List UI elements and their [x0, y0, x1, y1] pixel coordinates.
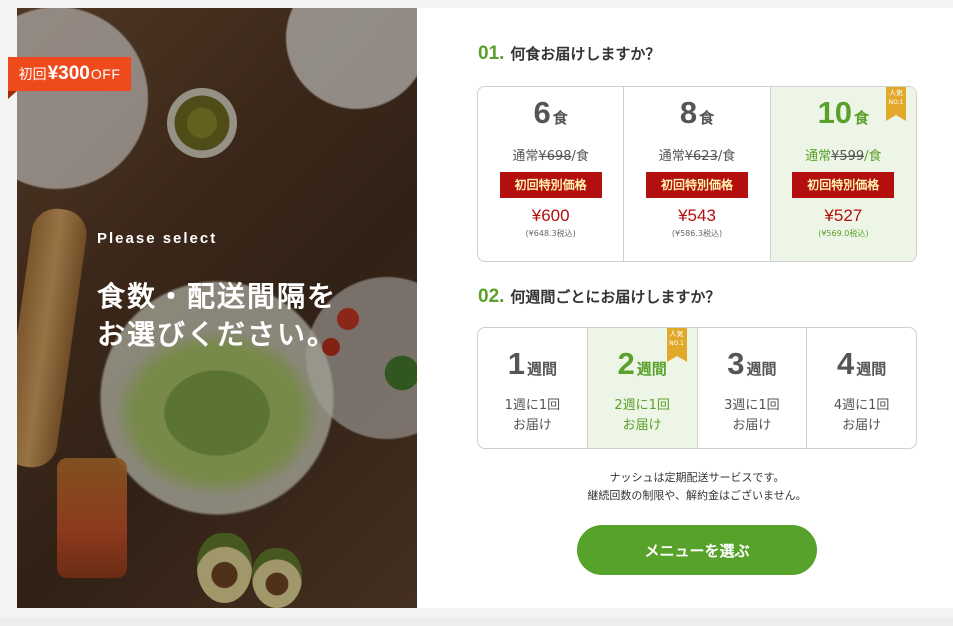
meal-count: 8食: [624, 95, 769, 135]
interval-unit: 週間: [636, 360, 667, 378]
special-price: ¥543: [678, 206, 716, 225]
meal-option-8[interactable]: 8食 通常¥623/食 初回特別価格 ¥543 (¥586.3税込): [624, 87, 771, 261]
interval-number: 2: [617, 346, 635, 381]
interval-unit: 週間: [526, 360, 557, 378]
interval-unit: 週間: [746, 360, 777, 378]
popular-rank: NO.1: [888, 99, 904, 106]
question-number: 01.: [478, 43, 505, 64]
interval-option-4-weeks[interactable]: 4 週間 4週に1回 お届け: [807, 328, 916, 448]
choose-menu-button[interactable]: メニューを選ぶ: [577, 525, 817, 575]
regular-price: 通常¥623/食: [624, 145, 769, 164]
question-text: 何週間ごとにお届けしますか？: [510, 288, 721, 306]
meal-count-number: 10: [817, 95, 853, 130]
hero-tagline: Please select: [97, 230, 218, 247]
special-price-label: 初回特別価格: [499, 172, 602, 198]
popular-label: 人気: [888, 89, 903, 97]
delivery-interval-question: 02. 何週間ごとにお届けしますか？: [478, 286, 720, 308]
interval-description-line1: 2週に1回: [614, 398, 670, 413]
interval-description: 3週に1回 お届け: [698, 396, 807, 436]
regular-suffix: /食: [571, 149, 589, 164]
regular-suffix: /食: [864, 149, 882, 164]
interval-description-line1: 1週に1回: [504, 398, 561, 413]
popular-rank: NO.1: [669, 340, 684, 347]
regular-price: 通常¥698/食: [478, 145, 623, 164]
first-order-discount-badge: 初回 ¥300 OFF: [8, 57, 131, 99]
meal-count-unit: 食: [854, 109, 870, 127]
badge-prefix: 初回: [18, 66, 47, 82]
interval-description: 4週に1回 お届け: [807, 396, 916, 436]
delivery-interval-options: 1 週間 1週に1回 お届け 人気 NO.1 2 週間 2週に1回 お届け 3 週間 …: [477, 327, 917, 449]
question-number: 02.: [478, 286, 505, 307]
hero-headline-line1: 食数・配送間隔を: [97, 280, 338, 313]
special-price-label: 初回特別価格: [792, 172, 895, 198]
interval-option-3-weeks[interactable]: 3 週間 3週に1回 お届け: [698, 328, 808, 448]
meal-count-options: 6食 通常¥698/食 初回特別価格 ¥600 (¥648.3税込) 8食 通常…: [477, 86, 917, 262]
interval-description: 1週に1回 お届け: [478, 396, 587, 436]
regular-price-value: ¥623: [684, 149, 718, 164]
popular-no1-ribbon: 人気 NO.1: [885, 87, 906, 121]
regular-label: 通常: [512, 149, 539, 164]
meal-count-unit: 食: [552, 109, 568, 127]
interval-description: 2週に1回 お届け: [588, 396, 697, 436]
tax-included-price: (¥586.3税込): [671, 229, 723, 238]
subscription-note-line2: 継続回数の制限や、解約金はございません。: [587, 489, 807, 502]
interval-weeks: 1 週間: [478, 346, 587, 384]
interval-number: 4: [836, 346, 855, 381]
interval-description-line2: お届け: [622, 418, 662, 433]
tax-included-price: (¥648.3税込): [525, 229, 576, 238]
popular-no1-ribbon: 人気 NO.1: [666, 328, 687, 362]
hero-headline: 食数・配送間隔を お選びください。: [97, 278, 337, 354]
regular-price: 通常¥599/食: [771, 145, 916, 164]
interval-description-line2: お届け: [842, 418, 882, 433]
special-price-label: 初回特別価格: [645, 172, 748, 198]
interval-option-1-week[interactable]: 1 週間 1週に1回 お届け: [478, 328, 588, 448]
interval-description-line1: 4週に1回: [833, 398, 890, 413]
horizontal-scrollbar[interactable]: [0, 618, 953, 626]
interval-number: 3: [727, 346, 745, 381]
subscription-note-line1: ナッシュは定期配送サービスです。: [609, 471, 785, 484]
regular-label: 通常: [658, 149, 685, 164]
meal-option-10[interactable]: 人気 NO.1 10 食 通常¥599/食 初回特別価格 ¥527 (¥569.0…: [770, 87, 916, 261]
tax-included-price: (¥569.0税込): [818, 229, 869, 238]
meal-count-question: 01. 何食お届けしますか？: [478, 43, 660, 65]
meal-count-number: 6: [533, 95, 551, 130]
interval-description-line2: お届け: [732, 418, 772, 433]
interval-number: 1: [507, 346, 525, 381]
interval-description-line1: 3週に1回: [724, 398, 780, 413]
hero-headline-line2: お選びください。: [97, 318, 338, 351]
badge-amount: ¥300: [47, 63, 90, 84]
regular-label: 通常: [805, 149, 832, 164]
question-text: 何食お届けしますか？: [510, 45, 661, 63]
special-price: ¥527: [824, 206, 863, 225]
interval-weeks: 3 週間: [698, 346, 807, 384]
meal-count-number: 8: [679, 95, 698, 130]
badge-suffix: OFF: [90, 66, 121, 82]
meal-option-6[interactable]: 6食 通常¥698/食 初回特別価格 ¥600 (¥648.3税込): [478, 87, 625, 261]
regular-suffix: /食: [717, 149, 736, 164]
interval-option-2-weeks[interactable]: 人気 NO.1 2 週間 2週に1回 お届け: [587, 328, 698, 448]
popular-label: 人気: [669, 330, 684, 338]
interval-unit: 週間: [856, 360, 887, 378]
interval-description-line2: お届け: [512, 418, 552, 433]
regular-price-value: ¥599: [831, 149, 865, 164]
regular-price-value: ¥698: [538, 149, 572, 164]
meal-count: 6食: [478, 95, 623, 135]
special-price: ¥600: [531, 206, 570, 225]
meal-count-unit: 食: [699, 109, 715, 127]
interval-weeks: 4 週間: [807, 346, 916, 384]
